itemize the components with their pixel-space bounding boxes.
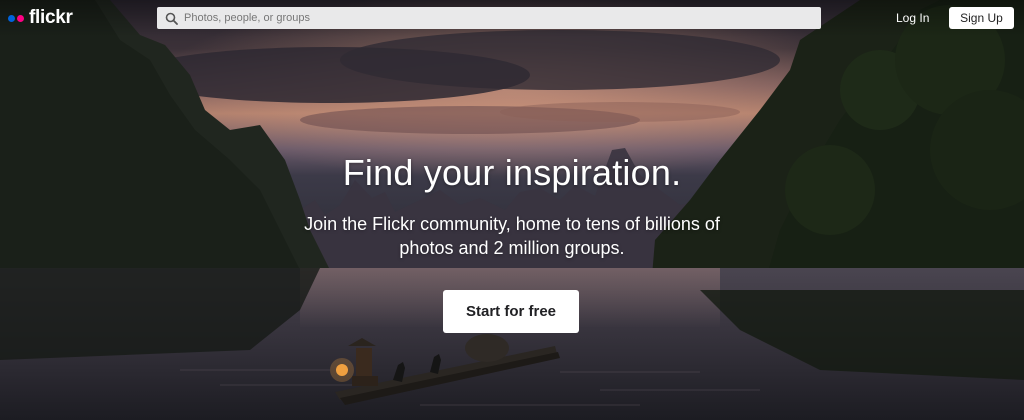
search-icon[interactable] [160,7,182,29]
logo-pink-dot-icon [17,14,24,22]
search-input[interactable] [182,8,784,28]
flickr-logo[interactable]: flickr [8,8,73,28]
top-navigation-bar: flickr Log In Sign Up [0,0,1024,37]
hero-headline: Find your inspiration. [342,152,682,193]
hero-subline-line-2: photos and 2 million groups. [399,238,625,258]
signup-button[interactable]: Sign Up [949,7,1014,29]
logo-wordmark: flickr [29,7,73,28]
hero-subline-line-1: Join the Flickr community, home to tens … [304,214,720,234]
search-bar[interactable] [157,7,821,29]
hero-background-image [0,0,1024,420]
logo-blue-dot-icon [8,14,15,22]
login-link[interactable]: Log In [896,8,929,28]
landing-page: flickr Log In Sign Up Find your inspirat… [0,0,1024,420]
hero-subline: Join the Flickr community, home to tens … [262,212,762,260]
start-for-free-button[interactable]: Start for free [443,290,579,333]
